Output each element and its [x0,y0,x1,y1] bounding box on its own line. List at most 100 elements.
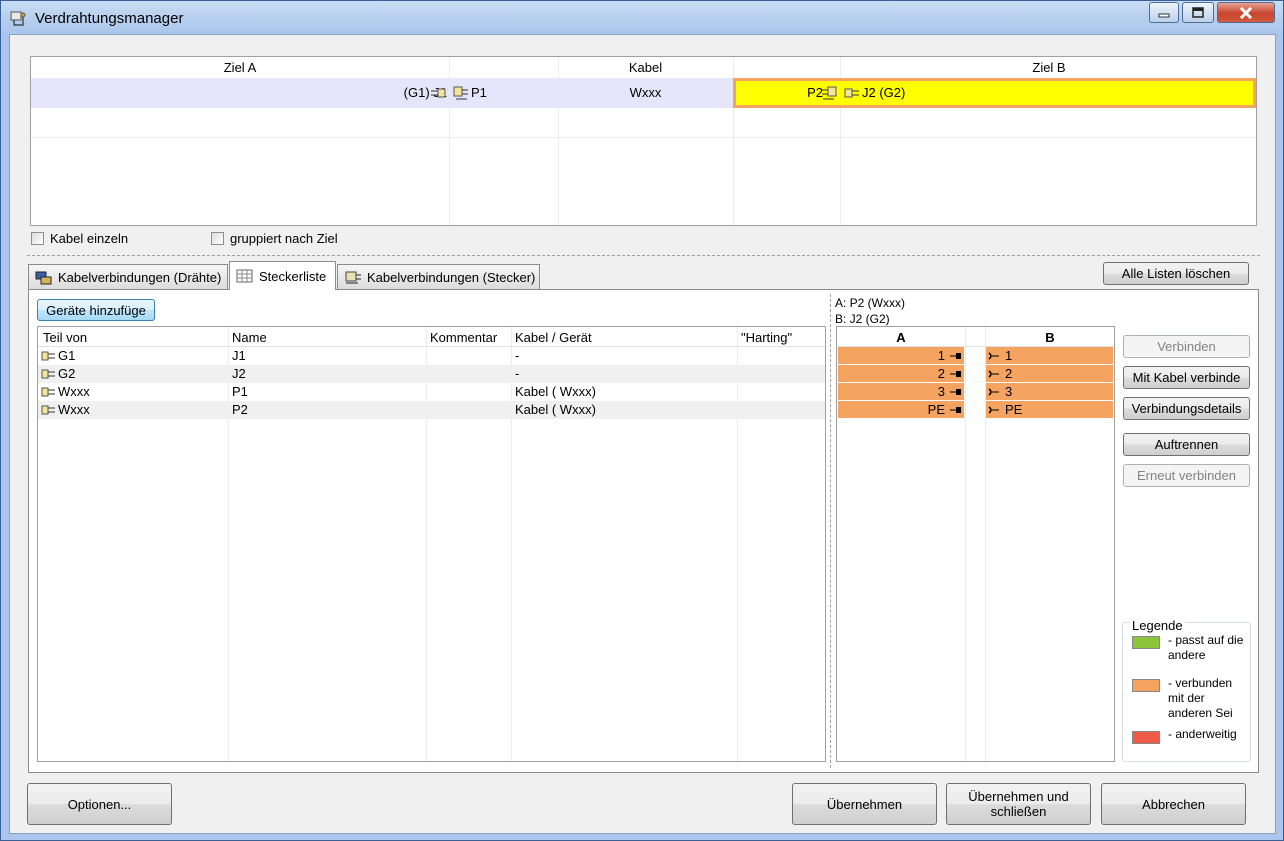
legend-text-anderweitig: - anderweitig [1168,727,1237,741]
legend-text-verbunden: - verbunden mit der anderen Sei [1168,676,1233,720]
pin-a-value: PE [927,402,945,417]
table-row[interactable]: G1 J1 - [38,347,825,365]
tab-steckerliste[interactable]: Steckerliste [229,261,336,290]
uebernehmen-button[interactable]: Übernehmen [792,783,937,825]
device-icon [41,405,55,415]
uebernehmen-und-schliessen-button[interactable]: Übernehmen und schließen [946,783,1091,825]
pin-b-value: 1 [1005,348,1013,363]
pin-header-a: A [896,330,906,345]
wiring-row[interactable]: (G1) J1 P1 Wxxx P2 J2 (G2) [31,78,1256,108]
plug-icon [453,86,468,100]
minimize-icon [1158,13,1170,17]
pin-row[interactable]: 1 1 [837,347,1114,365]
tab-kabelverbindungen-stecker[interactable]: Kabelverbindungen (Stecker) [337,264,540,289]
pin-b-value: PE [1005,402,1023,417]
cell-kabel: Kabel ( Wxxx) [515,402,596,417]
tab-panel: Geräte hinzufüge Teil von Name Kommentar… [28,289,1259,773]
client-area: Ziel A Kabel Ziel B (G1) J1 P1 Wxxx P2 J… [9,34,1276,834]
device-icon [41,351,55,361]
header-ziel-a[interactable]: Ziel A [31,60,449,75]
pin-socket-icon [950,353,961,359]
pin-plug-icon [988,388,999,396]
device-icon [41,369,55,379]
tab-label: Steckerliste [259,268,327,284]
pin-a-value: 1 [937,348,945,363]
legend: Legende - passt auf die andere - verbund… [1122,618,1251,762]
tab-label: Kabelverbindungen (Drähte) [58,269,222,285]
pin-socket-icon [950,407,961,413]
socket-icon [431,88,446,98]
pin-row[interactable]: PE PE [837,401,1114,419]
pin-header-b: B [1045,330,1055,345]
kabel-einzeln-label[interactable]: Kabel einzeln [50,231,128,246]
pin-plug-icon [988,406,999,414]
socket-icon [844,88,859,98]
pin-row[interactable]: 2 2 [837,365,1114,383]
window-title: Verdrahtungsmanager [35,10,184,27]
col-teil-von[interactable]: Teil von [43,330,87,345]
device-icon [41,387,55,397]
tab-kabelverbindungen-draehte[interactable]: Kabelverbindungen (Drähte) [28,264,228,289]
cell-teil: Wxxx [58,402,90,417]
kabel-einzeln-checkbox[interactable] [31,232,44,245]
mit-kabel-verbinden-button[interactable]: Mit Kabel verbinde [1123,366,1250,389]
geraete-hinzufuegen-button[interactable]: Geräte hinzufüge [37,299,155,321]
pin-b-value: 3 [1005,384,1013,399]
pin-row[interactable]: 3 3 [837,383,1114,401]
col-name[interactable]: Name [232,330,267,345]
col-harting[interactable]: "Harting" [741,330,792,345]
cell-kabel: - [515,348,520,363]
cell-teil: G1 [58,348,76,363]
auftrennen-button[interactable]: Auftrennen [1123,433,1250,456]
maximize-button[interactable] [1182,2,1214,23]
pin-b-title: B: J2 (G2) [835,312,890,326]
col-kommentar[interactable]: Kommentar [430,330,497,345]
header-kabel[interactable]: Kabel [558,60,733,75]
device-table[interactable]: Teil von Name Kommentar Kabel / Gerät "H… [37,326,826,762]
cell-kabel: - [515,366,520,381]
wiring-grid[interactable]: Ziel A Kabel Ziel B (G1) J1 P1 Wxxx P2 J… [30,56,1257,226]
pin-a-value: 2 [937,366,945,381]
optionen-button[interactable]: Optionen... [27,783,172,825]
maximize-icon [1192,7,1204,18]
legend-swatch-orange [1132,679,1160,692]
window: Verdrahtungsmanager Ziel A Kabel Ziel B … [0,0,1284,841]
erneut-verbinden-button[interactable]: Erneut verbinden [1123,464,1250,487]
legend-swatch-green [1132,636,1160,649]
col-kabel-geraet[interactable]: Kabel / Gerät [515,330,592,345]
pin-a-value: 3 [937,384,945,399]
cell-name: J2 [232,366,246,381]
gruppiert-label[interactable]: gruppiert nach Ziel [230,231,338,246]
table-row[interactable]: Wxxx P1 Kabel ( Wxxx) [38,383,825,401]
cable-icon [35,271,52,285]
pin-socket-icon [950,389,961,395]
panel-splitter[interactable] [830,294,831,768]
pin-plug-icon [988,352,999,360]
app-icon [10,11,26,26]
header-ziel-b[interactable]: Ziel B [840,60,1256,75]
cell-teil: G2 [58,366,76,381]
kabel-value: Wxxx [629,85,662,100]
cell-kabel: Kabel ( Wxxx) [515,384,596,399]
ziel-b-plug: P2 [807,85,823,100]
verbinden-button[interactable]: Verbinden [1123,335,1250,358]
abbrechen-button[interactable]: Abbrechen [1101,783,1246,825]
table-row[interactable]: G2 J2 - [38,365,825,383]
table-row[interactable]: Wxxx P2 Kabel ( Wxxx) [38,401,825,419]
table-icon [236,269,253,283]
verbindungsdetails-button[interactable]: Verbindungsdetails [1123,397,1250,420]
plug-icon [822,86,837,100]
alle-listen-loeschen-button[interactable]: Alle Listen löschen [1103,262,1249,285]
pin-table[interactable]: A B 1 1 2 2 3 3 PE PE [836,326,1115,762]
splitter[interactable] [27,255,1260,256]
gruppiert-checkbox[interactable] [211,232,224,245]
pin-a-title: A: P2 (Wxxx) [835,296,906,310]
pin-socket-icon [950,371,961,377]
title-bar[interactable]: Verdrahtungsmanager [1,1,1283,34]
legend-title: Legende [1130,618,1185,633]
legend-swatch-red [1132,731,1160,744]
close-icon [1239,6,1253,19]
close-button[interactable] [1217,2,1275,23]
minimize-button[interactable] [1149,2,1179,23]
pin-plug-icon [988,370,999,378]
